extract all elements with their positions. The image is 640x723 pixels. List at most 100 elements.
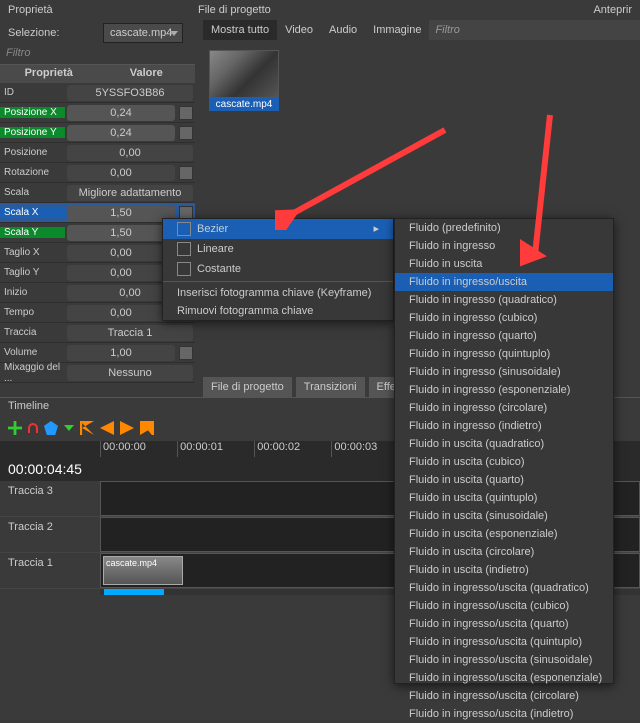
menu-item[interactable]: Fluido in ingresso/uscita xyxy=(395,273,613,291)
property-value[interactable]: Migliore adattamento xyxy=(67,185,193,201)
property-value[interactable]: 0,24 xyxy=(67,125,175,141)
menu-item[interactable]: Fluido in ingresso/uscita (quarto) xyxy=(395,615,613,633)
menu-item[interactable]: Fluido in uscita (esponenziale) xyxy=(395,525,613,543)
menu-item[interactable]: Fluido in uscita (sinusoidale) xyxy=(395,507,613,525)
property-row[interactable]: Mixaggio del ...Nessuno xyxy=(0,363,195,383)
menu-item-label: Fluido in uscita (indietro) xyxy=(409,564,529,576)
menu-item[interactable]: Fluido in ingresso/uscita (esponenziale) xyxy=(395,669,613,687)
property-value[interactable]: 0,00 xyxy=(67,145,193,161)
keyframe-toggle[interactable] xyxy=(179,106,193,120)
menu-item[interactable]: Fluido in ingresso (esponenziale) xyxy=(395,381,613,399)
step-forward-icon[interactable] xyxy=(120,421,134,435)
context-submenu-bezier: Fluido (predefinito)Fluido in ingressoFl… xyxy=(394,218,614,684)
property-row[interactable]: Posizione Y0,24 xyxy=(0,123,195,143)
media-tabs: Mostra tutto Video Audio Immagine Filtro xyxy=(203,20,640,40)
property-value[interactable]: Nessuno xyxy=(67,365,193,381)
property-value[interactable]: 0,00 xyxy=(67,245,175,261)
property-row[interactable]: ID5YSSFO3B86 xyxy=(0,83,195,103)
add-icon[interactable] xyxy=(8,421,22,435)
magnet-icon[interactable] xyxy=(28,423,38,433)
tab-transitions[interactable]: Transizioni xyxy=(296,377,365,397)
menu-item[interactable]: Fluido in ingresso (quarto) xyxy=(395,327,613,345)
property-row[interactable]: Rotazione0,00 xyxy=(0,163,195,183)
menu-item[interactable]: Costante xyxy=(163,259,393,279)
property-value[interactable]: 1,50 xyxy=(67,205,175,221)
menu-item[interactable]: Fluido in ingresso/uscita (indietro) xyxy=(395,705,613,723)
menu-item[interactable]: Fluido in uscita (cubico) xyxy=(395,453,613,471)
property-value[interactable]: 5YSSFO3B86 xyxy=(67,85,193,101)
menu-item[interactable]: Fluido in uscita (quarto) xyxy=(395,471,613,489)
menu-item-label: Fluido in uscita xyxy=(409,258,482,270)
property-value[interactable]: Traccia 1 xyxy=(67,325,193,341)
track-label[interactable]: Traccia 3 xyxy=(0,481,100,516)
keyframe-toggle[interactable] xyxy=(179,166,193,180)
menu-item-label: Fluido in ingresso/uscita (quintuplo) xyxy=(409,636,582,648)
menu-item[interactable]: Fluido in ingresso xyxy=(395,237,613,255)
tab-show-all[interactable]: Mostra tutto xyxy=(203,20,277,40)
chevron-down-icon[interactable] xyxy=(64,425,74,431)
menu-item-label: Costante xyxy=(197,263,241,275)
menu-item[interactable]: Fluido in uscita xyxy=(395,255,613,273)
menu-item[interactable]: Fluido in ingresso/uscita (cubico) xyxy=(395,597,613,615)
properties-filter[interactable]: Filtro xyxy=(0,45,195,65)
menu-item[interactable]: Rimuovi fotogramma chiave xyxy=(163,302,393,320)
property-row[interactable]: ScalaMigliore adattamento xyxy=(0,183,195,203)
menu-item[interactable]: Inserisci fotogramma chiave (Keyframe) xyxy=(163,284,393,302)
tab-audio[interactable]: Audio xyxy=(321,20,365,40)
menu-item[interactable]: Fluido in ingresso/uscita (quadratico) xyxy=(395,579,613,597)
menu-item[interactable]: Fluido in uscita (circolare) xyxy=(395,543,613,561)
menu-item[interactable]: Fluido in uscita (indietro) xyxy=(395,561,613,579)
menu-item-label: Fluido in ingresso xyxy=(409,240,495,252)
keyframe-toggle[interactable] xyxy=(179,126,193,140)
selection-combo[interactable]: cascate.mp4 xyxy=(103,23,183,43)
menu-item[interactable]: Fluido in ingresso (quadratico) xyxy=(395,291,613,309)
step-back-icon[interactable] xyxy=(100,421,114,435)
property-value[interactable]: 0,24 xyxy=(67,105,175,121)
skip-start-icon[interactable] xyxy=(80,421,94,435)
menu-item[interactable]: Fluido in uscita (quintuplo) xyxy=(395,489,613,507)
property-name: Mixaggio del ... xyxy=(0,362,65,384)
menu-item[interactable]: Fluido in uscita (quadratico) xyxy=(395,435,613,453)
menu-item[interactable]: Fluido in ingresso (cubico) xyxy=(395,309,613,327)
menu-item-label: Fluido in uscita (quarto) xyxy=(409,474,524,486)
tab-project-files[interactable]: File di progetto xyxy=(203,377,292,397)
property-name: Rotazione xyxy=(0,167,65,178)
col-value: Valore xyxy=(98,65,196,83)
menu-item[interactable]: Fluido in ingresso/uscita (circolare) xyxy=(395,687,613,705)
menu-item-label: Fluido in ingresso (quintuplo) xyxy=(409,348,550,360)
menu-item[interactable]: Fluido in ingresso (circolare) xyxy=(395,399,613,417)
menu-item[interactable]: Fluido in ingresso (quintuplo) xyxy=(395,345,613,363)
property-value[interactable]: 0,00 xyxy=(67,305,175,321)
timeline-clip[interactable]: cascate.mp4 xyxy=(103,556,183,585)
property-name: Taglio Y xyxy=(0,267,65,278)
menu-item[interactable]: Fluido in ingresso (sinusoidale) xyxy=(395,363,613,381)
property-value[interactable]: 1,50 xyxy=(67,225,175,241)
tab-video[interactable]: Video xyxy=(277,20,321,40)
annotation-arrow-2 xyxy=(520,110,570,270)
menu-item[interactable]: Fluido in ingresso/uscita (sinusoidale) xyxy=(395,651,613,669)
property-row[interactable]: Volume1,00 xyxy=(0,343,195,363)
tab-image[interactable]: Immagine xyxy=(365,20,429,40)
menu-item-label: Fluido in ingresso (esponenziale) xyxy=(409,384,570,396)
marker-icon[interactable] xyxy=(44,421,58,435)
track-label[interactable]: Traccia 2 xyxy=(0,517,100,552)
property-row[interactable]: TracciaTraccia 1 xyxy=(0,323,195,343)
media-thumbnail[interactable] xyxy=(209,50,279,98)
property-name: Taglio X xyxy=(0,247,65,258)
property-row[interactable]: Posizione X0,24 xyxy=(0,103,195,123)
menu-item[interactable]: Fluido in ingresso/uscita (quintuplo) xyxy=(395,633,613,651)
menu-item[interactable]: Fluido in ingresso (indietro) xyxy=(395,417,613,435)
menu-item-label: Fluido in ingresso/uscita (quarto) xyxy=(409,618,569,630)
property-value[interactable]: 0,00 xyxy=(67,265,175,281)
track-label[interactable]: Traccia 1 xyxy=(0,553,100,588)
property-row[interactable]: Posizione0,00 xyxy=(0,143,195,163)
skip-end-icon[interactable] xyxy=(140,421,154,435)
property-value[interactable]: 1,00 xyxy=(67,345,175,361)
property-name: Posizione X xyxy=(0,107,65,118)
menu-item[interactable]: Lineare xyxy=(163,239,393,259)
menu-item-label: Fluido in uscita (circolare) xyxy=(409,546,534,558)
property-name: Posizione xyxy=(0,147,65,158)
media-filter[interactable]: Filtro xyxy=(429,20,640,40)
keyframe-toggle[interactable] xyxy=(179,346,193,360)
property-value[interactable]: 0,00 xyxy=(67,165,175,181)
